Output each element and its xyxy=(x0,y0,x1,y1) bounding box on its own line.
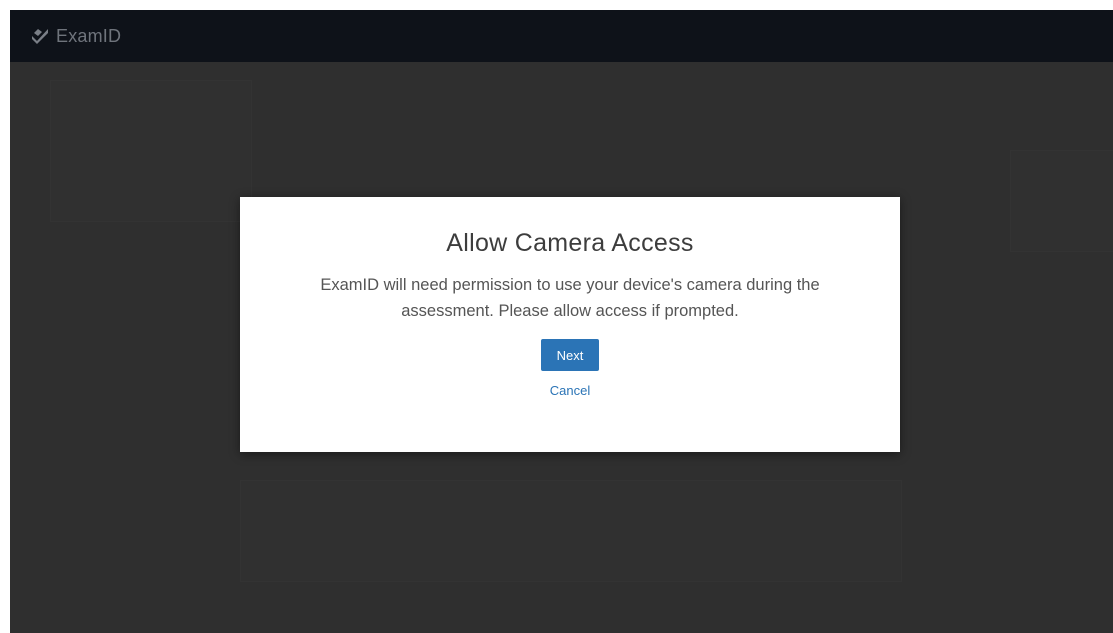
dialog-title: Allow Camera Access xyxy=(446,229,694,257)
check-shield-icon xyxy=(32,29,48,44)
camera-access-dialog: Allow Camera Access ExamID will need per… xyxy=(240,197,900,452)
cancel-link[interactable]: Cancel xyxy=(240,383,900,398)
next-button[interactable]: Next xyxy=(541,339,599,371)
brand-logo[interactable]: ExamID xyxy=(30,26,121,47)
top-navbar: ExamID xyxy=(10,10,1113,62)
app-window: ExamID Allow Camera Access ExamID will n… xyxy=(10,10,1113,633)
brand-name: ExamID xyxy=(56,25,122,46)
dialog-message: ExamID will need permission to use your … xyxy=(320,276,820,320)
